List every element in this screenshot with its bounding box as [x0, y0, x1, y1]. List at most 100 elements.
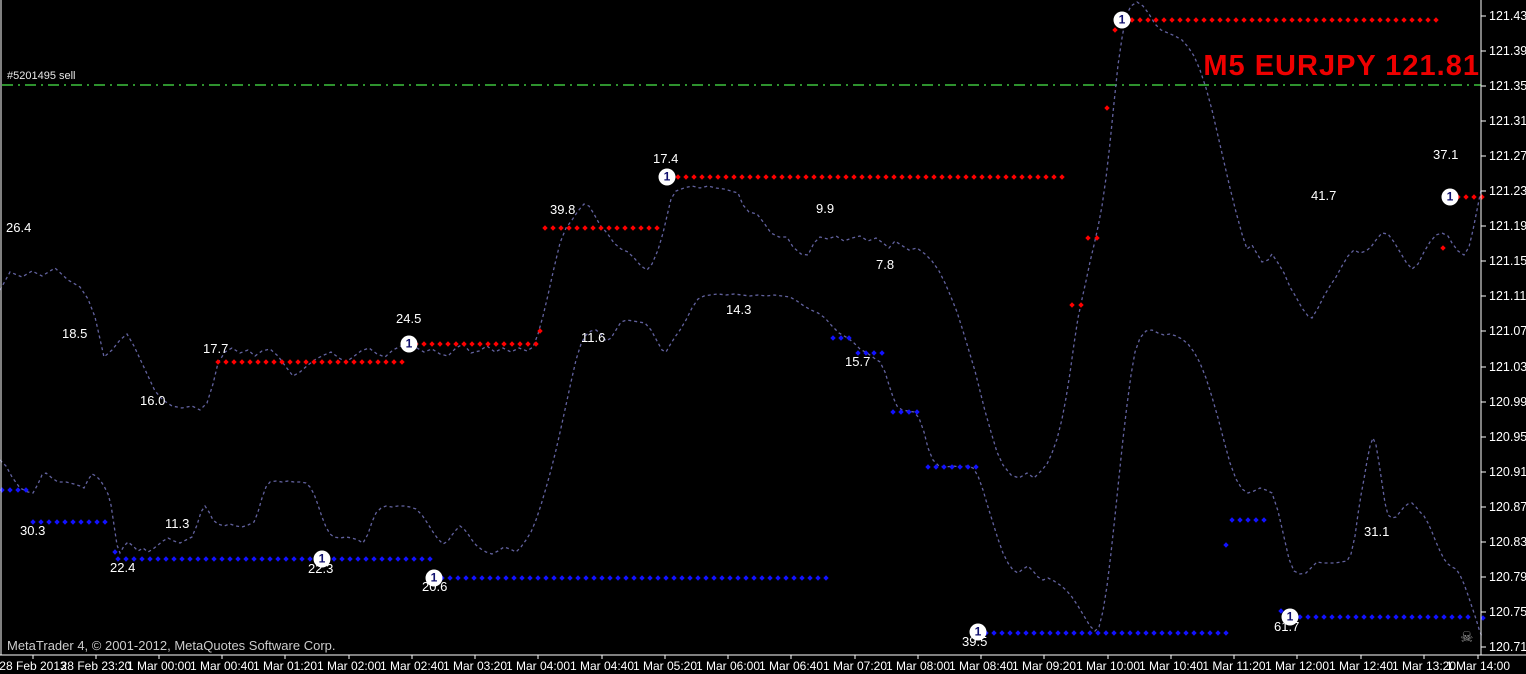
support-dotted-line: [463, 575, 468, 580]
resistance-dotted-line: [287, 359, 292, 364]
support-dotted-line: [1457, 614, 1462, 619]
resistance-dotted-line: [1249, 17, 1254, 22]
price-axis[interactable]: 121.435121.395121.355121.315121.275121.2…: [1481, 0, 1526, 655]
support-dotted-line: [838, 335, 843, 340]
resistance-dotted-line: [1003, 174, 1008, 179]
time-axis-label: 1 Mar 12:00: [1265, 659, 1329, 673]
resistance-dotted-line: [947, 174, 952, 179]
support-dotted-line: [1183, 630, 1188, 635]
red-dot: [1104, 105, 1109, 110]
support-dotted-line: [171, 556, 176, 561]
resistance-dotted-line: [803, 174, 808, 179]
time-axis[interactable]: 28 Feb 201328 Feb 23:201 Mar 00:001 Mar …: [0, 656, 1526, 674]
support-dotted-line: [259, 556, 264, 561]
resistance-dotted-line: [517, 341, 522, 346]
price-axis-label: 121.355: [1489, 79, 1526, 93]
support-dotted-line: [1095, 630, 1100, 635]
support-dotted-line: [1369, 614, 1374, 619]
support-dotted-line: [567, 575, 572, 580]
red-dot: [1069, 302, 1074, 307]
support-dotted-line: [387, 556, 392, 561]
resistance-dotted-line: [1377, 17, 1382, 22]
support-dotted-line: [1337, 614, 1342, 619]
support-dotted-line: [663, 575, 668, 580]
pivot-value-label: 15.7: [845, 354, 870, 369]
price-axis-label: 120.955: [1489, 430, 1526, 444]
support-dotted-line: [363, 556, 368, 561]
time-axis-label: 1 Mar 06:40: [759, 659, 823, 673]
support-dotted-line: [925, 464, 930, 469]
price-axis-label: 120.715: [1489, 640, 1526, 654]
resistance-dotted-line: [683, 174, 688, 179]
resistance-dotted-line: [509, 341, 514, 346]
support-dotted-line: [949, 464, 954, 469]
blue-dot: [112, 549, 117, 554]
pivot-value-label: 41.7: [1311, 188, 1336, 203]
support-dotted-line: [830, 335, 835, 340]
price-axis-label: 120.995: [1489, 395, 1526, 409]
resistance-dotted-line: [715, 174, 720, 179]
support-dotted-line: [7, 487, 12, 492]
time-axis-label: 1 Mar 05:20: [633, 659, 697, 673]
support-dotted-line: [1385, 614, 1390, 619]
resistance-dotted-line: [1185, 17, 1190, 22]
price-axis-label: 121.235: [1489, 184, 1526, 198]
support-dotted-line: [607, 575, 612, 580]
support-dotted-line: [991, 630, 996, 635]
support-dotted-line: [1305, 614, 1310, 619]
resistance-dotted-line: [923, 174, 928, 179]
resistance-dotted-line: [1201, 17, 1206, 22]
resistance-dotted-line: [1169, 17, 1174, 22]
support-dotted-line: [973, 464, 978, 469]
resistance-dotted-line: [255, 359, 260, 364]
support-dotted-line: [655, 575, 660, 580]
resistance-dotted-line: [646, 225, 651, 230]
resistance-dotted-line: [875, 174, 880, 179]
red-dot: [1440, 245, 1445, 250]
support-dotted-line: [1023, 630, 1028, 635]
chart-plot-area[interactable]: 26.418.516.017.724.539.811.617.414.39.97…: [0, 0, 1526, 674]
pivot-value-label: 9.9: [816, 201, 834, 216]
support-dotted-line: [1417, 614, 1422, 619]
resistance-dotted-line: [239, 359, 244, 364]
support-dotted-line: [155, 556, 160, 561]
support-dotted-line: [879, 350, 884, 355]
resistance-dotted-line: [1145, 17, 1150, 22]
resistance-dotted-line: [859, 174, 864, 179]
support-dotted-line: [1047, 630, 1052, 635]
support-dotted-line: [519, 575, 524, 580]
time-axis-label: 1 Mar 12:40: [1329, 659, 1393, 673]
support-dotted-line: [219, 556, 224, 561]
price-axis-label: 120.915: [1489, 465, 1526, 479]
resistance-dotted-line: [437, 341, 442, 346]
resistance-dotted-line: [1361, 17, 1366, 22]
signal-marker: 1: [659, 169, 676, 186]
time-axis-label: 1 Mar 02:40: [380, 659, 444, 673]
signal-marker: 1: [1442, 189, 1459, 206]
support-dotted-line: [471, 575, 476, 580]
pivot-value-label: 30.3: [20, 523, 45, 538]
support-dotted-line: [543, 575, 548, 580]
support-dotted-line: [102, 519, 107, 524]
price-axis-label: 121.395: [1489, 44, 1526, 58]
resistance-dotted-line: [1265, 17, 1270, 22]
support-dotted-line: [599, 575, 604, 580]
resistance-dotted-line: [303, 359, 308, 364]
resistance-dotted-line: [699, 174, 704, 179]
platform-watermark: MetaTrader 4, © 2001-2012, MetaQuotes So…: [7, 638, 336, 653]
resistance-dotted-line: [1225, 17, 1230, 22]
support-dotted-line: [551, 575, 556, 580]
red-dot: [1085, 235, 1090, 240]
resistance-dotted-line: [1289, 17, 1294, 22]
resistance-dotted-line: [453, 341, 458, 346]
resistance-dotted-line: [1137, 17, 1142, 22]
resistance-dotted-line: [550, 225, 555, 230]
support-dotted-line: [623, 575, 628, 580]
price-axis-label: 121.035: [1489, 360, 1526, 374]
resistance-dotted-line: [1369, 17, 1374, 22]
resistance-dotted-line: [485, 341, 490, 346]
support-dotted-line: [1111, 630, 1116, 635]
resistance-dotted-line: [542, 225, 547, 230]
resistance-dotted-line: [723, 174, 728, 179]
resistance-dotted-line: [675, 174, 680, 179]
